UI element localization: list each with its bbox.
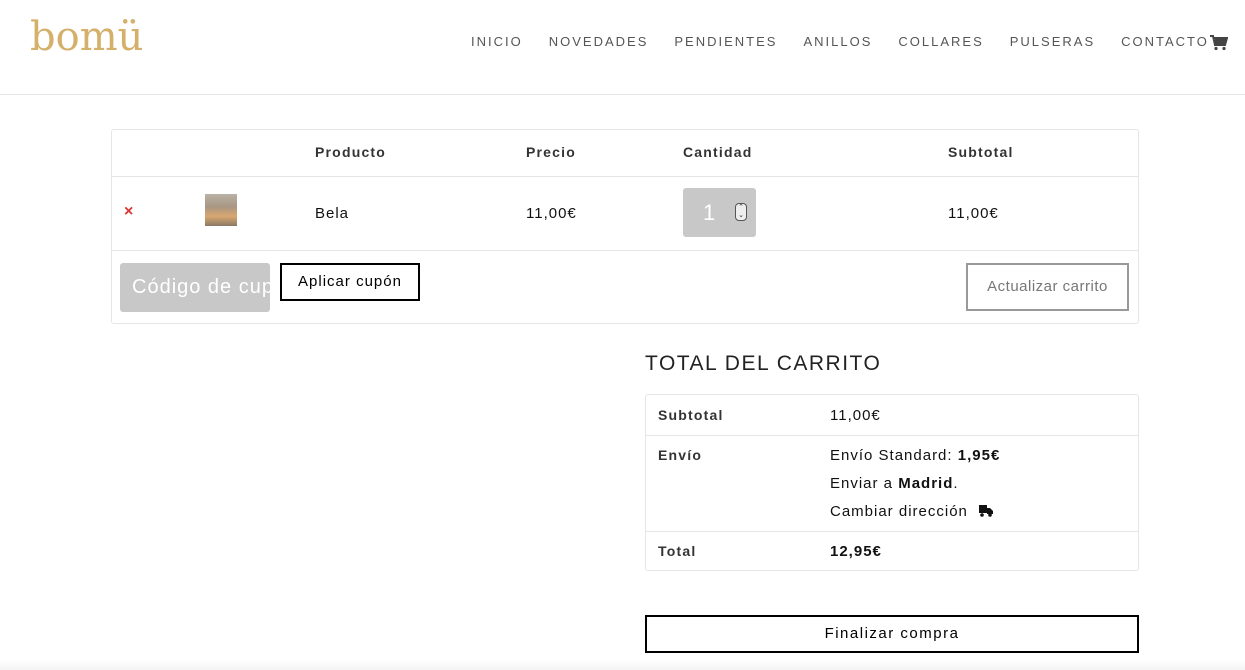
shopping-cart-icon[interactable]: [1210, 35, 1228, 51]
page-footer-edge: [0, 660, 1245, 670]
product-name[interactable]: Bela: [315, 205, 349, 222]
total-value: 12,95€: [830, 543, 882, 560]
totals-row-total: Total 12,95€: [646, 532, 1138, 572]
column-header-subtotal: Subtotal: [948, 144, 1014, 160]
main-nav: INICIO NOVEDADES PENDIENTES ANILLOS COLL…: [458, 33, 1222, 51]
cart-table: Producto Precio Cantidad Subtotal × Bela…: [111, 129, 1139, 324]
coupon-input[interactable]: Código de cupón: [120, 263, 270, 312]
cart-totals-title: TOTAL DEL CARRITO: [645, 352, 882, 375]
subtotal-label: Subtotal: [658, 407, 724, 423]
ship-to-prefix: Enviar a: [830, 475, 894, 492]
change-address-label[interactable]: Cambiar dirección: [830, 503, 968, 520]
shipping-label: Envío: [658, 447, 703, 463]
column-header-price: Precio: [526, 144, 576, 160]
product-thumbnail[interactable]: [205, 194, 237, 226]
product-price: 11,00€: [526, 205, 577, 222]
shipping-method: Envío Standard: 1,95€: [830, 447, 1000, 464]
nav-item-novedades[interactable]: NOVEDADES: [549, 33, 649, 51]
spinner-arrows-icon[interactable]: ⌃ ⌄: [735, 203, 747, 221]
site-header: bomü INICIO NOVEDADES PENDIENTES ANILLOS…: [0, 0, 1245, 95]
nav-item-pendientes[interactable]: PENDIENTES: [674, 33, 777, 51]
update-cart-button[interactable]: Actualizar carrito: [966, 263, 1129, 311]
nav-item-collares[interactable]: COLLARES: [898, 33, 983, 51]
apply-coupon-button[interactable]: Aplicar cupón: [280, 263, 420, 301]
quantity-stepper[interactable]: 1 ⌃ ⌄: [683, 188, 756, 237]
quantity-value[interactable]: 1: [703, 200, 715, 226]
ship-to: Enviar a Madrid.: [830, 475, 959, 492]
totals-row-shipping: Envío Envío Standard: 1,95€ Enviar a Mad…: [646, 436, 1138, 532]
subtotal-value: 11,00€: [830, 407, 881, 424]
column-header-quantity: Cantidad: [683, 144, 753, 160]
ship-to-city: Madrid: [898, 475, 954, 492]
column-header-product: Producto: [315, 144, 387, 160]
nav-item-inicio[interactable]: INICIO: [471, 33, 523, 51]
shipping-cost: 1,95€: [957, 447, 1001, 464]
nav-item-contacto[interactable]: CONTACTO: [1121, 33, 1209, 51]
product-subtotal: 11,00€: [948, 205, 999, 222]
shipping-method-name: Envío Standard:: [830, 447, 953, 464]
cart-table-header: Producto Precio Cantidad Subtotal: [112, 130, 1138, 177]
truck-icon[interactable]: [979, 505, 994, 517]
nav-item-pulseras[interactable]: PULSERAS: [1010, 33, 1095, 51]
cart-item-row: × Bela 11,00€ 1 ⌃ ⌄ 11,00€: [112, 177, 1138, 251]
checkout-button[interactable]: Finalizar compra: [645, 615, 1139, 653]
cart-totals-table: Subtotal 11,00€ Envío Envío Standard: 1,…: [645, 394, 1139, 571]
remove-x-icon[interactable]: ×: [124, 204, 138, 220]
ship-to-suffix: .: [953, 475, 959, 492]
total-label: Total: [658, 543, 697, 559]
change-address-link[interactable]: Cambiar dirección: [830, 503, 994, 520]
totals-row-subtotal: Subtotal 11,00€: [646, 395, 1138, 436]
nav-item-anillos[interactable]: ANILLOS: [803, 33, 872, 51]
brand-logo[interactable]: bomü: [30, 12, 143, 62]
cart-actions: Código de cupón Aplicar cupón Actualizar…: [112, 251, 1138, 323]
